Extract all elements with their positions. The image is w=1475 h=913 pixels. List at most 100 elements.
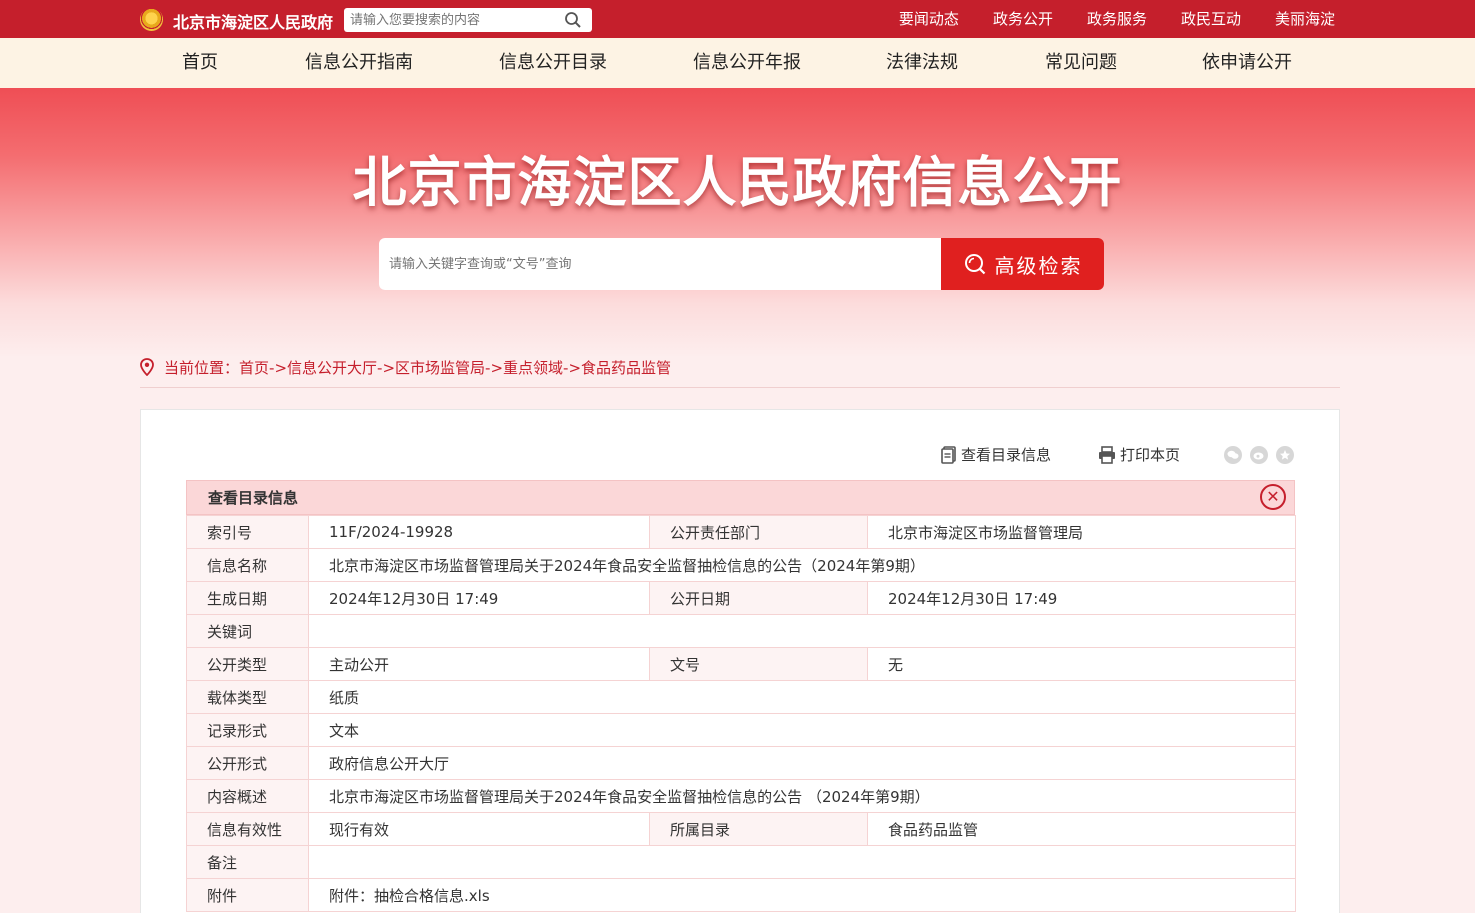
location-pin-icon (140, 358, 154, 376)
table-row: 公开形式 政府信息公开大厅 (186, 746, 1296, 780)
search-icon[interactable] (564, 11, 582, 29)
view-catalog-label: 查看目录信息 (961, 446, 1052, 464)
top-bar: 北京市海淀区人民政府 要闻动态 政务公开 政务服务 政民互动 美丽海淀 (0, 0, 1475, 38)
breadcrumb-trail: 当前位置：首页->信息公开大厅->区市场监管局->重点领域->食品药品监管 (164, 357, 671, 378)
breadcrumb-separator: -> (269, 359, 288, 377)
table-row: 载体类型 纸质 (186, 680, 1296, 714)
catalog-info-header: 查看目录信息 ✕ (186, 480, 1295, 515)
breadcrumb-separator: -> (377, 359, 396, 377)
pub-type-label: 公开类型 (186, 647, 309, 681)
carrier-value: 纸质 (308, 680, 1296, 714)
catalog-label: 所属目录 (649, 812, 868, 846)
table-row: 内容概述 北京市海淀区市场监督管理局关于2024年食品安全监督抽检信息的公告 （… (186, 779, 1296, 813)
keywords-value (308, 614, 1296, 648)
table-row: 公开类型 主动公开 文号 无 (186, 647, 1296, 681)
pub-form-label: 公开形式 (186, 746, 309, 780)
summary-value: 北京市海淀区市场监督管理局关于2024年食品安全监督抽检信息的公告 （2024年… (308, 779, 1296, 813)
validity-value: 现行有效 (308, 812, 650, 846)
weibo-share-icon[interactable] (1250, 446, 1268, 464)
nav-laws[interactable]: 法律法规 (886, 38, 958, 88)
catalog-info-title: 查看目录信息 (208, 489, 299, 507)
remark-label: 备注 (186, 845, 309, 879)
table-row: 备注 (186, 845, 1296, 879)
nav-disclosure-catalog[interactable]: 信息公开目录 (499, 38, 607, 88)
search-icon (964, 254, 985, 275)
breadcrumb-food-drug[interactable]: 食品药品监管 (581, 359, 671, 377)
top-links: 要闻动态 政务公开 政务服务 政民互动 美丽海淀 (865, 0, 1335, 38)
name-value: 北京市海淀区市场监督管理局关于2024年食品安全监督抽检信息的公告（2024年第… (308, 548, 1296, 582)
document-icon (941, 445, 956, 464)
top-link-interaction[interactable]: 政民互动 (1181, 0, 1241, 38)
top-search-input[interactable] (350, 10, 555, 30)
top-link-news[interactable]: 要闻动态 (899, 0, 959, 38)
favorite-share-icon[interactable] (1276, 446, 1294, 464)
toolbar: 查看目录信息 打印本页 (141, 444, 1341, 468)
table-row: 索引号 11F/2024-19928 公开责任部门 北京市海淀区市场监督管理局 (186, 515, 1296, 549)
top-link-services[interactable]: 政务服务 (1087, 0, 1147, 38)
attachment-link[interactable]: 附件：抽检合格信息.xls (308, 878, 1296, 912)
main-search-input[interactable] (389, 252, 929, 276)
nav-faq[interactable]: 常见问题 (1045, 38, 1117, 88)
record-value: 文本 (308, 713, 1296, 747)
print-label: 打印本页 (1120, 446, 1181, 464)
breadcrumb-disclosure-hall[interactable]: 信息公开大厅 (287, 359, 377, 377)
advanced-search-label: 高级检索 (994, 253, 1083, 278)
nav-annual-report[interactable]: 信息公开年报 (693, 38, 801, 88)
pub-date-label: 公开日期 (649, 581, 868, 615)
gen-date-value: 2024年12月30日 17:49 (308, 581, 650, 615)
wechat-share-icon[interactable] (1224, 446, 1242, 464)
view-catalog-button[interactable]: 查看目录信息 (941, 444, 1051, 465)
table-row: 记录形式 文本 (186, 713, 1296, 747)
breadcrumb-separator: -> (485, 359, 504, 377)
table-row: 关键词 (186, 614, 1296, 648)
pub-form-value: 政府信息公开大厅 (308, 746, 1296, 780)
content-panel: 查看目录信息 打印本页 查看目录信息 ✕ 索引号 11F/2024-19928 … (140, 409, 1340, 913)
index-label: 索引号 (186, 515, 309, 549)
doc-no-label: 文号 (649, 647, 868, 681)
gen-date-label: 生成日期 (186, 581, 309, 615)
nav-disclosure-guide[interactable]: 信息公开指南 (305, 38, 413, 88)
table-row: 附件 附件：抽检合格信息.xls (186, 878, 1296, 912)
dept-value: 北京市海淀区市场监督管理局 (867, 515, 1296, 549)
pub-type-value: 主动公开 (308, 647, 650, 681)
remark-value (308, 845, 1296, 879)
top-link-affairs[interactable]: 政务公开 (993, 0, 1053, 38)
breadcrumb-prefix: 当前位置： (164, 359, 240, 377)
banner-title: 北京市海淀区人民政府信息公开 (352, 151, 1123, 214)
summary-label: 内容概述 (186, 779, 309, 813)
main-search-box: 高级检索 (379, 238, 1104, 290)
doc-no-value: 无 (867, 647, 1296, 681)
close-icon[interactable]: ✕ (1260, 484, 1286, 510)
top-search-box (344, 8, 592, 32)
print-button[interactable]: 打印本页 (1098, 444, 1180, 465)
banner: 北京市海淀区人民政府信息公开 高级检索 (0, 88, 1475, 358)
validity-label: 信息有效性 (186, 812, 309, 846)
advanced-search-button[interactable]: 高级检索 (941, 238, 1104, 290)
catalog-info-panel: 查看目录信息 ✕ 索引号 11F/2024-19928 公开责任部门 北京市海淀… (186, 480, 1296, 912)
site-name[interactable]: 北京市海淀区人民政府 (173, 9, 333, 33)
table-row: 生成日期 2024年12月30日 17:49 公开日期 2024年12月30日 … (186, 581, 1296, 615)
top-link-beautiful-haidian[interactable]: 美丽海淀 (1275, 0, 1335, 38)
table-row: 信息名称 北京市海淀区市场监督管理局关于2024年食品安全监督抽检信息的公告（2… (186, 548, 1296, 582)
national-emblem-icon (140, 8, 163, 31)
main-nav: 首页 信息公开指南 信息公开目录 信息公开年报 法律法规 常见问题 依申请公开 (0, 38, 1475, 88)
nav-apply-disclosure[interactable]: 依申请公开 (1202, 38, 1292, 88)
index-value: 11F/2024-19928 (308, 515, 650, 549)
breadcrumb-separator: -> (563, 359, 582, 377)
table-row: 信息有效性 现行有效 所属目录 食品药品监管 (186, 812, 1296, 846)
carrier-label: 载体类型 (186, 680, 309, 714)
breadcrumb: 当前位置：首页->信息公开大厅->区市场监管局->重点领域->食品药品监管 (140, 356, 1340, 388)
record-label: 记录形式 (186, 713, 309, 747)
keywords-label: 关键词 (186, 614, 309, 648)
printer-icon (1099, 445, 1115, 464)
name-label: 信息名称 (186, 548, 309, 582)
dept-label: 公开责任部门 (649, 515, 868, 549)
pub-date-value: 2024年12月30日 17:49 (867, 581, 1296, 615)
breadcrumb-key-areas[interactable]: 重点领域 (503, 359, 563, 377)
catalog-value: 食品药品监管 (867, 812, 1296, 846)
nav-home[interactable]: 首页 (182, 38, 218, 88)
breadcrumb-home[interactable]: 首页 (239, 359, 269, 377)
attach-label: 附件 (186, 878, 309, 912)
catalog-info-table: 索引号 11F/2024-19928 公开责任部门 北京市海淀区市场监督管理局 … (186, 515, 1296, 912)
breadcrumb-market-bureau[interactable]: 区市场监管局 (395, 359, 485, 377)
